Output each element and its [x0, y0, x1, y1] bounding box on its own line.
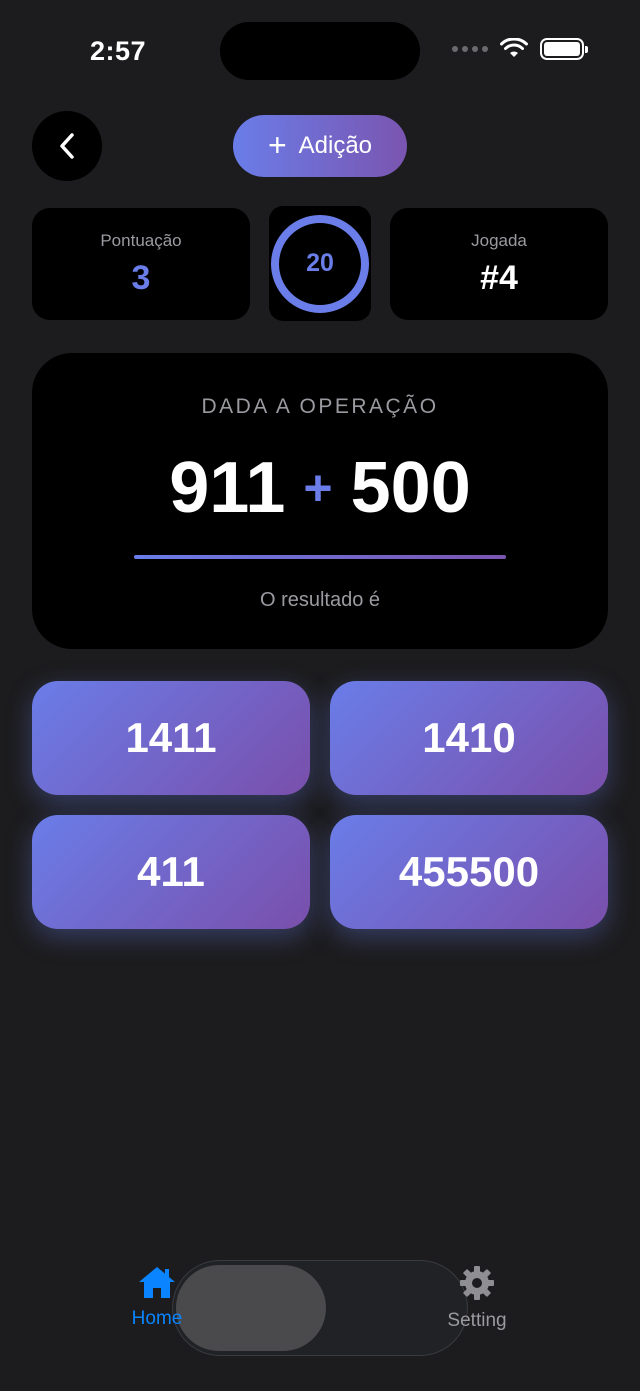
equation-divider — [134, 555, 506, 559]
operand-b: 500 — [350, 448, 471, 528]
equation: 911 + 500 — [169, 447, 471, 529]
timer-card: 20 — [269, 206, 371, 321]
dynamic-island — [220, 22, 420, 80]
back-button[interactable] — [32, 111, 102, 181]
tab-home[interactable]: Home — [124, 1264, 190, 1330]
chevron-left-icon — [60, 133, 74, 159]
status-icons — [452, 38, 588, 60]
operand-a: 911 — [169, 448, 286, 528]
tab-setting[interactable]: Setting — [440, 1264, 514, 1332]
timer-value: 20 — [306, 249, 334, 277]
tab-selection-highlight — [176, 1265, 326, 1351]
round-value: #4 — [480, 258, 518, 297]
wifi-icon — [500, 38, 528, 57]
plus-icon: + — [267, 126, 287, 163]
battery-icon — [540, 38, 588, 60]
game-screen: 2:57 + Adição Pontuação 3 20 Jogada #4 D… — [0, 0, 640, 1391]
timer-ring: 20 — [271, 214, 369, 313]
score-card: Pontuação 3 — [32, 208, 250, 320]
round-card: Jogada #4 — [390, 208, 608, 320]
score-value: 3 — [131, 258, 151, 297]
operation-type-label: Adição — [298, 132, 373, 159]
operation-type-button[interactable]: + Adição — [233, 115, 407, 177]
answer-option-4[interactable]: 455500 — [330, 815, 608, 929]
round-label: Jogada — [471, 230, 527, 250]
status-time: 2:57 — [90, 36, 147, 66]
result-label: O resultado é — [259, 589, 381, 611]
home-icon — [139, 1267, 175, 1298]
cellular-signal-icon — [452, 46, 488, 52]
answer-option-1[interactable]: 1411 — [32, 681, 310, 795]
operation-caption: DADA A OPERAÇÃO — [201, 395, 439, 418]
gear-icon — [460, 1266, 494, 1300]
tab-setting-label: Setting — [447, 1310, 507, 1331]
tab-home-label: Home — [131, 1308, 183, 1329]
operator-sign: + — [303, 460, 333, 516]
score-label: Pontuação — [100, 230, 182, 250]
answer-option-2[interactable]: 1410 — [330, 681, 608, 795]
answer-option-3[interactable]: 411 — [32, 815, 310, 929]
operation-card: DADA A OPERAÇÃO 911 + 500 O resultado é — [32, 353, 608, 649]
